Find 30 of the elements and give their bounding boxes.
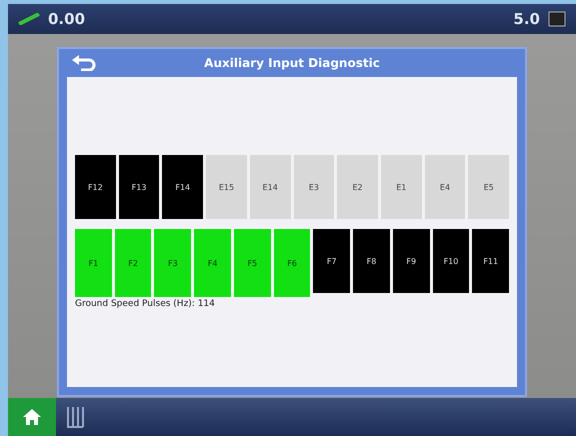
slash-icon <box>18 13 40 25</box>
input-indicator: F1 <box>75 229 112 297</box>
input-indicator: F14 <box>162 155 204 219</box>
ground-speed-reading: Ground Speed Pulses (Hz): 114 <box>75 299 216 309</box>
dialog-title: Auxiliary Input Diagnostic <box>204 56 380 70</box>
speed-reading: 0.00 <box>48 10 86 28</box>
input-indicator: E1 <box>380 155 422 219</box>
input-indicator: E2 <box>337 155 378 219</box>
input-indicator: F6 <box>274 229 310 297</box>
input-indicator: F10 <box>432 229 470 293</box>
input-indicator: F4 <box>194 229 231 297</box>
rate-reading: 5.0 <box>513 10 540 28</box>
input-indicator: F5 <box>234 229 271 297</box>
input-indicator: F3 <box>154 229 192 297</box>
input-indicator: E5 <box>468 155 510 219</box>
input-indicator: E14 <box>250 155 291 219</box>
home-button[interactable] <box>8 398 56 436</box>
input-indicator: F2 <box>114 229 152 297</box>
input-indicator: E15 <box>206 155 247 219</box>
input-indicator: F13 <box>118 155 160 219</box>
input-indicator: E3 <box>294 155 334 219</box>
input-indicator: F12 <box>75 155 116 219</box>
home-icon <box>22 408 42 426</box>
input-indicator: F11 <box>472 229 510 293</box>
input-indicator: F7 <box>313 229 350 293</box>
screen-icon[interactable] <box>548 11 566 27</box>
back-button[interactable] <box>71 55 97 71</box>
input-indicator: F8 <box>353 229 390 293</box>
input-indicator: E4 <box>424 155 466 219</box>
input-indicator: F9 <box>392 229 430 293</box>
